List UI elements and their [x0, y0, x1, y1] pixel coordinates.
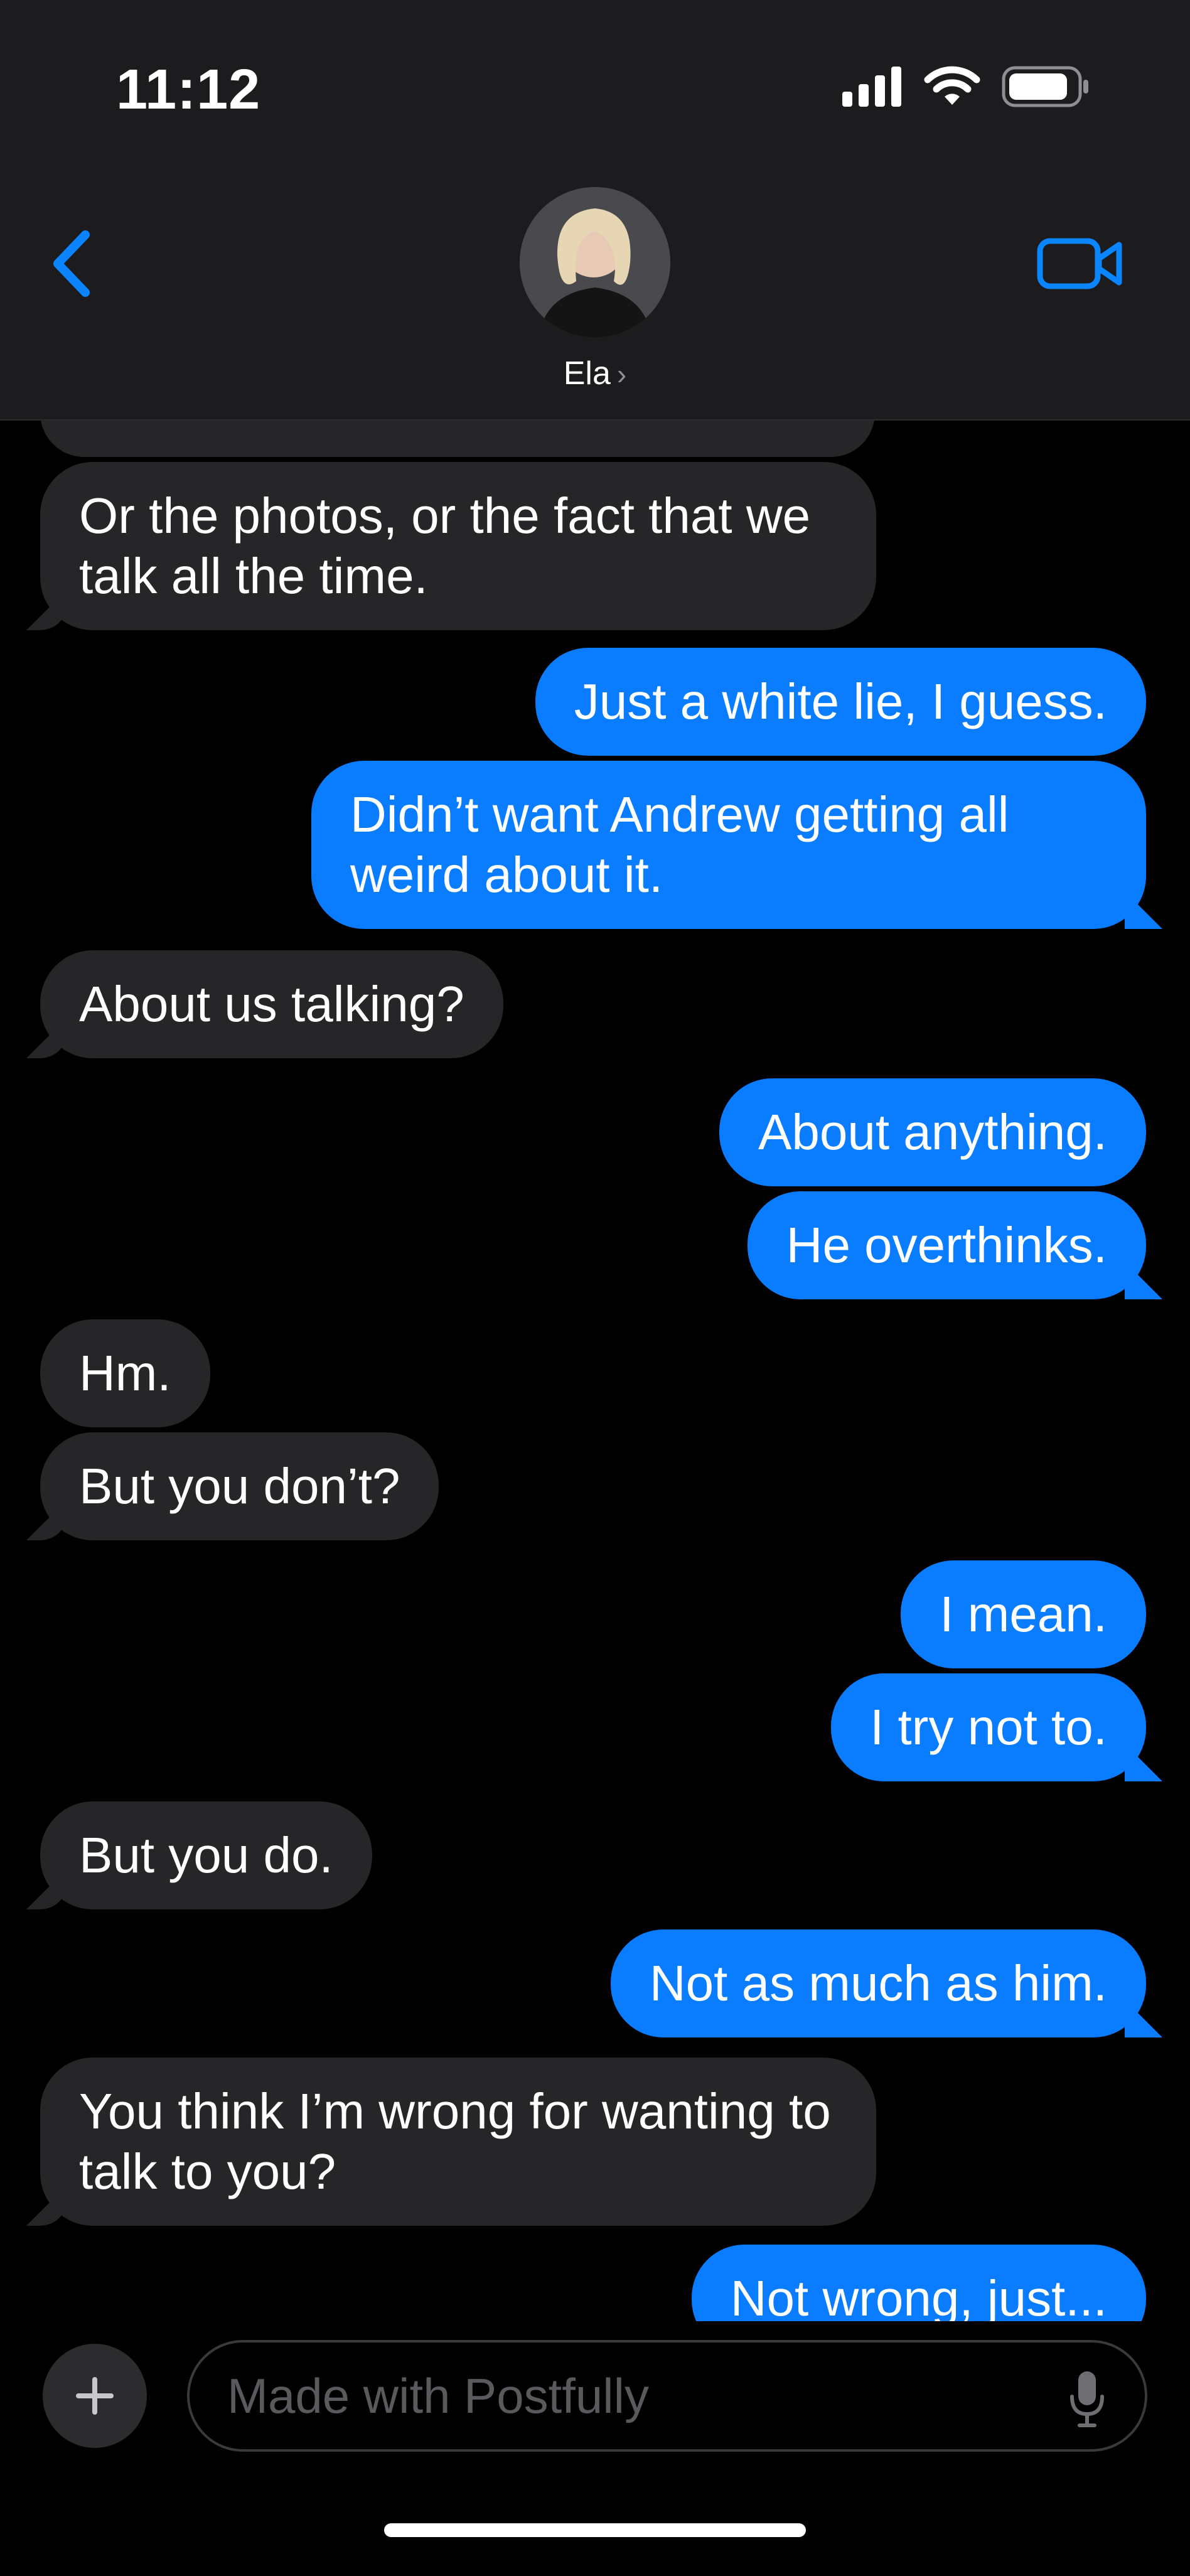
- status-icons: [842, 66, 1090, 107]
- message-bubble-outgoing[interactable]: About anything.: [719, 1078, 1146, 1186]
- chevron-right-icon: ›: [616, 358, 627, 390]
- message-bubble-incoming[interactable]: Hm.: [40, 1319, 210, 1427]
- status-time: 11:12: [116, 58, 261, 121]
- message-bubble-incoming[interactable]: Or the photos, or the fact that we talk …: [40, 462, 876, 630]
- home-indicator[interactable]: [384, 2523, 806, 2537]
- message-bubble-outgoing[interactable]: He overthinks.: [747, 1191, 1146, 1299]
- message-bubble-outgoing[interactable]: Not wrong, just...: [691, 2245, 1146, 2321]
- avatar[interactable]: [520, 187, 670, 338]
- message-input-placeholder: Made with Postfully: [227, 2368, 649, 2423]
- chevron-left-icon[interactable]: [44, 226, 100, 301]
- plus-icon: [76, 2377, 114, 2415]
- contact-name[interactable]: Ela ›: [0, 355, 1190, 392]
- message-bubble-incoming[interactable]: You think I’m wrong for wanting to talk …: [40, 2058, 876, 2226]
- cellular-signal-icon: [842, 67, 901, 107]
- microphone-icon[interactable]: [1067, 2369, 1107, 2429]
- message-input[interactable]: Made with Postfully: [187, 2340, 1147, 2452]
- video-camera-icon[interactable]: [1036, 232, 1124, 295]
- message-thread[interactable]: Or the photos, or the fact that we talk …: [0, 419, 1190, 2321]
- conversation-header: 11:12 Ela ›: [0, 0, 1190, 421]
- message-bubble-outgoing[interactable]: Didn’t want Andrew getting all weird abo…: [311, 761, 1146, 929]
- message-bubble-outgoing[interactable]: Not as much as him.: [610, 1929, 1146, 2037]
- message-bubble-outgoing[interactable]: Just a white lie, I guess.: [535, 648, 1146, 756]
- message-bubble-outgoing[interactable]: I mean.: [901, 1560, 1146, 1668]
- message-bubble-incoming[interactable]: About us talking?: [40, 950, 503, 1058]
- message-bubble-incoming[interactable]: But you don’t?: [40, 1432, 439, 1540]
- message-bubble-incoming[interactable]: [40, 419, 875, 457]
- avatar-image: [520, 187, 670, 338]
- message-bubble-outgoing[interactable]: I try not to.: [831, 1673, 1146, 1781]
- message-bubble-incoming[interactable]: But you do.: [40, 1801, 372, 1909]
- wifi-icon: [924, 66, 980, 105]
- battery-icon: [1002, 66, 1088, 107]
- composer: Made with Postfully: [0, 2321, 1190, 2576]
- add-attachment-button[interactable]: [43, 2344, 147, 2448]
